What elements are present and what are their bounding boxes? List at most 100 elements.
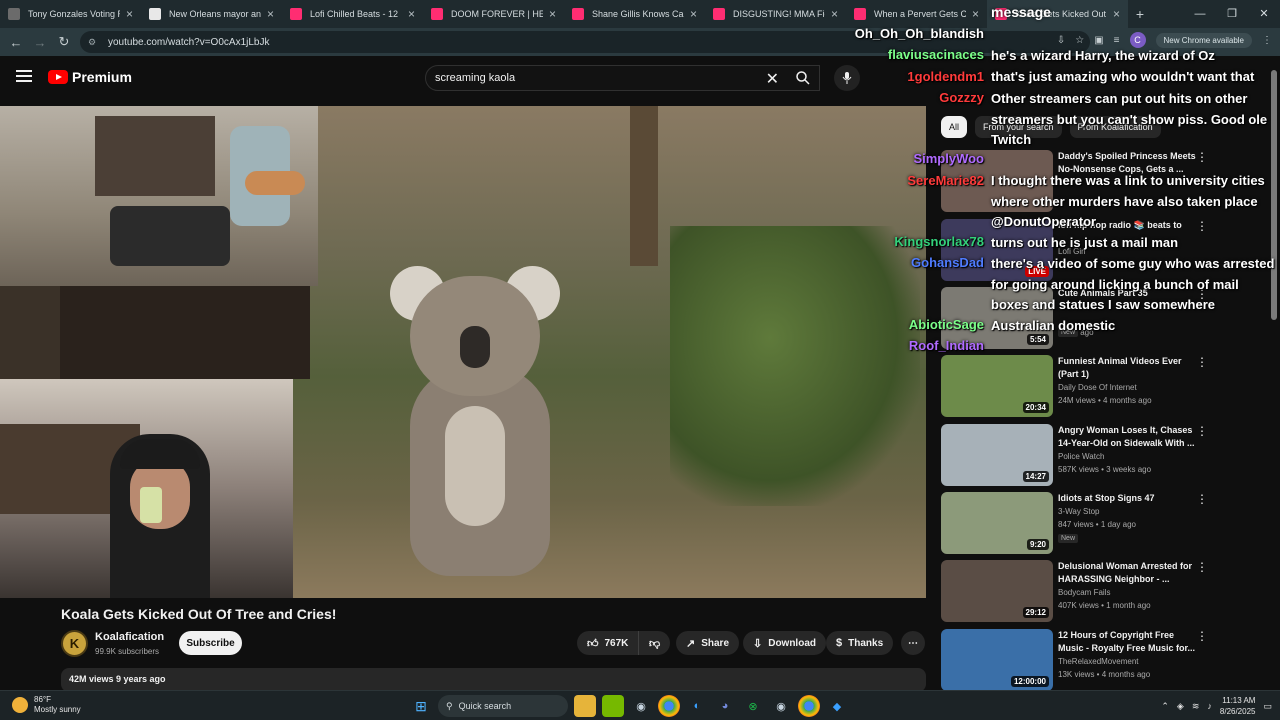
tab-close-icon[interactable]: × (972, 7, 979, 21)
recommendation-title[interactable]: Idiots at Stop Signs 47 (1058, 492, 1198, 505)
filter-chip[interactable]: From Koalafication (1069, 116, 1161, 138)
vscode-icon[interactable]: ◆ (826, 695, 848, 717)
recommendation-thumbnail[interactable]: LIVE (941, 219, 1053, 281)
more-vertical-icon[interactable]: ⋮ (1196, 150, 1208, 164)
volume-icon[interactable]: ♪ (1207, 701, 1212, 711)
chrome-icon-2[interactable] (798, 695, 820, 717)
browser-tab[interactable]: New Orleans mayor and b × (141, 0, 282, 28)
more-vertical-icon[interactable]: ⋮ (1196, 424, 1208, 438)
taskbar-search[interactable]: ⚲ Quick search (438, 695, 568, 717)
more-actions-button[interactable]: ⋯ (901, 631, 925, 655)
more-vertical-icon[interactable]: ⋮ (1196, 287, 1208, 301)
forward-icon[interactable]: → (28, 35, 52, 50)
browser-tab[interactable]: When a Pervert Gets Caug × (846, 0, 987, 28)
dislike-button[interactable]: 👎︎ (638, 631, 671, 655)
menu-icon[interactable] (16, 70, 32, 85)
browser-tab[interactable]: Lofi Chilled Beats - 12 × (282, 0, 423, 28)
file-explorer-icon[interactable] (574, 695, 596, 717)
recommendation-item[interactable]: 12:00:00 12 Hours of Copyright Free Music… (941, 629, 1216, 691)
recommendation-title[interactable]: lofi hip hop radio 📚 beats to (1058, 219, 1198, 232)
filter-chip[interactable]: All (941, 116, 968, 138)
extensions-icon[interactable]: ▣ (1094, 35, 1103, 46)
wifi-icon[interactable]: ≋ (1192, 701, 1200, 712)
tab-close-icon[interactable]: × (549, 7, 556, 21)
nvidia-icon[interactable] (602, 695, 624, 717)
recommendation-channel[interactable]: Police Watch (1058, 452, 1104, 461)
reload-icon[interactable]: ↻ (52, 34, 76, 50)
recommendation-thumbnail[interactable]: 5:54 (941, 287, 1053, 349)
tab-close-icon[interactable]: × (126, 7, 133, 21)
chrome-icon[interactable] (658, 695, 680, 717)
channel-name[interactable]: Koalafication (95, 631, 164, 643)
tray-expand-icon[interactable]: ⌃ (1161, 701, 1169, 712)
install-icon[interactable]: ⇩ (1057, 35, 1065, 46)
restore-icon[interactable]: ❐ (1216, 0, 1248, 28)
clear-search-icon[interactable]: ✕ (766, 69, 779, 89)
recommendation-channel[interactable]: TheRelaxedMovement (1058, 657, 1138, 666)
recommendation-channel[interactable]: Daily Dose Of Internet (1058, 383, 1137, 392)
recommendation-title[interactable]: Daddy's Spoiled Princess Meets No-Nonsen… (1058, 150, 1198, 176)
minimize-icon[interactable]: — (1184, 0, 1216, 28)
site-info-icon[interactable]: ⚙ (88, 37, 100, 48)
browser-tab[interactable]: DOOM FOREVER | HEAVIE × (423, 0, 564, 28)
tab-close-icon[interactable]: × (690, 7, 697, 21)
recommendation-thumbnail[interactable] (941, 150, 1053, 212)
xbox-icon[interactable]: ⊗ (742, 695, 764, 717)
tab-close-icon[interactable]: × (831, 7, 838, 21)
tab-close-icon[interactable]: × (408, 7, 415, 21)
youtube-logo[interactable]: Premium (48, 69, 132, 85)
recommendation-channel[interactable]: Bodycam Fails (1058, 588, 1110, 597)
recommendation-item[interactable]: 5:54Cute Animals Part 35hours agoNew⋮ (941, 287, 1216, 349)
more-vertical-icon[interactable]: ⋮ (1196, 355, 1208, 369)
video-player[interactable] (0, 106, 926, 598)
clock[interactable]: 11:13 AM 8/26/2025 (1220, 695, 1256, 717)
subscribe-button[interactable]: Subscribe (179, 631, 242, 655)
recommendation-title[interactable]: Delusional Woman Arrested for HARASSING … (1058, 560, 1198, 586)
like-button[interactable]: 👍︎ 767K (577, 631, 639, 655)
scrollbar[interactable] (1271, 70, 1277, 320)
recommendation-item[interactable]: LIVE lofi hip hop radio 📚 beats to Lofi Gi… (941, 219, 1216, 281)
steam-icon-2[interactable]: ◉ (770, 695, 792, 717)
recommendation-thumbnail[interactable]: 9:20 (941, 492, 1053, 554)
recommendation-item[interactable]: 14:27 Angry Woman Loses It, Chases 14-Yea… (941, 424, 1216, 486)
recommendation-channel[interactable]: Lofi Girl (1058, 247, 1086, 256)
tab-close-icon[interactable]: × (267, 7, 274, 21)
back-icon[interactable]: ← (4, 35, 28, 50)
recommendation-item[interactable]: 29:12 Delusional Woman Arrested for HARAS… (941, 560, 1216, 622)
recommendation-title[interactable]: 12 Hours of Copyright Free Music - Royal… (1058, 629, 1198, 655)
recommendation-thumbnail[interactable]: 29:12 (941, 560, 1053, 622)
recommendation-thumbnail[interactable]: 20:34 (941, 355, 1053, 417)
description-box[interactable]: 42M views 9 years ago (61, 668, 926, 692)
channel-avatar[interactable]: K (61, 630, 88, 657)
recommendation-item[interactable]: Daddy's Spoiled Princess Meets No-Nonsen… (941, 150, 1216, 212)
recommendation-item[interactable]: 9:20 Idiots at Stop Signs 47 3-Way Stop 847… (941, 492, 1216, 554)
search-input[interactable]: screaming kaola ✕ (425, 65, 820, 91)
recommendation-title[interactable]: Angry Woman Loses It, Chases 14-Year-Old… (1058, 424, 1198, 450)
steam-icon[interactable]: ◉ (630, 695, 652, 717)
windows-start-icon[interactable]: ⊞ (410, 695, 432, 717)
share-button[interactable]: ↗ Share (676, 631, 740, 655)
recommendation-title[interactable]: Funniest Animal Videos Ever (Part 1) (1058, 355, 1198, 381)
recommendation-title[interactable]: Cute Animals Part 35 (1058, 287, 1198, 300)
profile-avatar[interactable]: C (1129, 32, 1146, 48)
more-vertical-icon[interactable]: ⋮ (1196, 560, 1208, 574)
download-button[interactable]: ⇩ Download (743, 631, 826, 655)
tab-close-icon[interactable]: × (1113, 7, 1120, 21)
filter-chip[interactable]: From your search (975, 116, 1062, 138)
more-vertical-icon[interactable]: ⋮ (1196, 492, 1208, 506)
voice-search-button[interactable] (834, 65, 860, 91)
recommendation-thumbnail[interactable]: 12:00:00 (941, 629, 1053, 691)
bookmark-star-icon[interactable]: ☆ (1075, 35, 1084, 46)
thanks-button[interactable]: $ Thanks (826, 631, 894, 655)
recommendation-thumbnail[interactable]: 14:27 (941, 424, 1053, 486)
search-button[interactable] (786, 65, 820, 91)
weather-widget[interactable]: 86°F Mostly sunny (12, 695, 81, 715)
more-vertical-icon[interactable]: ⋮ (1196, 629, 1208, 643)
notifications-icon[interactable]: ▭ (1263, 701, 1272, 712)
new-tab-icon[interactable]: + (1128, 0, 1152, 28)
recommendation-item[interactable]: 20:34 Funniest Animal Videos Ever (Part 1… (941, 355, 1216, 417)
discord-icon[interactable]: ◕ (714, 695, 736, 717)
chrome-menu-icon[interactable]: ⋮ (1262, 35, 1272, 46)
browser-tab[interactable]: Shane Gillis Knows Cars!! f × (564, 0, 705, 28)
url-bar[interactable]: ⚙ youtube.com/watch?v=O0cAx1jLbJk (80, 31, 1090, 53)
